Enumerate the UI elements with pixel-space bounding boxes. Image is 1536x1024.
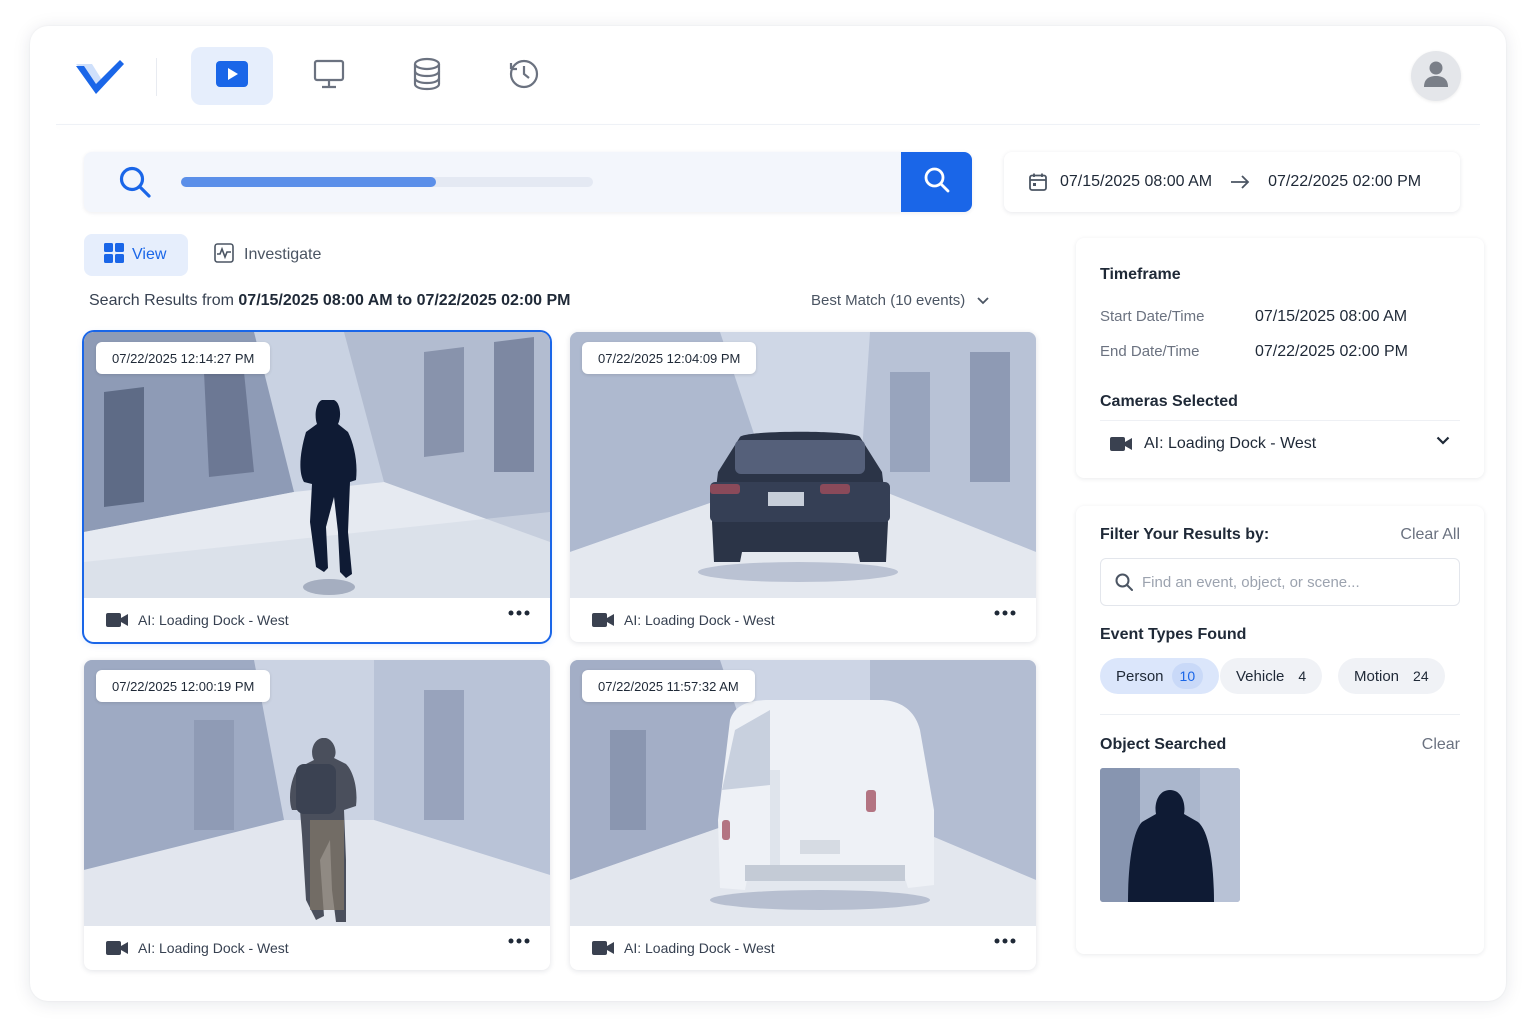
section-divider	[1100, 714, 1460, 715]
search-bar[interactable]	[84, 152, 972, 212]
end-datetime-label: End Date/Time	[1100, 343, 1200, 360]
object-searched-thumbnail[interactable]	[1100, 768, 1240, 902]
tab-investigate[interactable]: Investigate	[214, 234, 321, 276]
search-icon	[923, 166, 951, 199]
selected-camera-name: AI: Loading Dock - West	[1144, 434, 1317, 452]
filter-search-placeholder: Find an event, object, or scene...	[1142, 573, 1360, 591]
camera-name: AI: Loading Dock - West	[624, 612, 775, 628]
filters-panel: Filter Your Results by: Clear All Find a…	[1076, 506, 1484, 954]
chip-label: Vehicle	[1236, 667, 1285, 685]
nav-divider	[156, 58, 157, 96]
more-options-icon[interactable]	[508, 938, 530, 944]
nav-monitor-button[interactable]	[288, 47, 370, 105]
camera-icon	[592, 613, 614, 627]
date-range-start: 07/15/2025 08:00 AM	[1060, 173, 1213, 190]
chip-count: 24	[1413, 668, 1429, 684]
result-card[interactable]: 07/22/2025 12:14:27 PM AI: Loading Dock …	[84, 332, 550, 642]
result-card[interactable]: 07/22/2025 11:57:32 AM AI: Loading Dock …	[570, 660, 1036, 970]
clear-object-button[interactable]: Clear	[1422, 736, 1460, 754]
event-timestamp: 07/22/2025 12:14:27 PM	[96, 342, 271, 374]
event-chip-motion[interactable]: Motion 24	[1338, 658, 1445, 694]
date-range-end: 07/22/2025 02:00 PM	[1268, 173, 1422, 190]
user-avatar-button[interactable]	[1411, 51, 1461, 101]
user-icon	[1423, 60, 1449, 93]
camera-icon	[592, 941, 614, 955]
chip-label: Person	[1116, 667, 1164, 685]
clock-icon	[507, 57, 541, 96]
search-button[interactable]	[901, 152, 972, 212]
start-datetime-label: Start Date/Time	[1100, 308, 1205, 325]
object-searched-title: Object Searched	[1100, 736, 1227, 753]
top-navigation	[30, 26, 1506, 126]
topbar-divider	[56, 124, 1480, 125]
sort-label: Best Match (10 events)	[811, 292, 966, 309]
camera-name: AI: Loading Dock - West	[138, 612, 289, 628]
camera-name: AI: Loading Dock - West	[624, 940, 775, 956]
results-prefix: Search Results from	[89, 292, 239, 309]
result-card[interactable]: 07/22/2025 12:04:09 PM AI: Loading Dock …	[570, 332, 1036, 642]
nav-storage-button[interactable]	[386, 47, 468, 105]
event-timestamp: 07/22/2025 12:00:19 PM	[96, 670, 271, 702]
database-icon	[412, 57, 442, 96]
camera-icon	[1110, 436, 1132, 451]
timeframe-title: Timeframe	[1100, 266, 1181, 283]
card-footer: AI: Loading Dock - West	[84, 926, 550, 970]
tab-view-label: View	[132, 246, 167, 263]
clear-all-button[interactable]: Clear All	[1400, 526, 1460, 544]
chip-label: Motion	[1354, 667, 1400, 685]
chevron-down-icon	[977, 296, 989, 305]
event-timestamp: 07/22/2025 12:04:09 PM	[582, 342, 757, 374]
filter-search-input[interactable]: Find an event, object, or scene...	[1100, 558, 1460, 606]
event-chip-vehicle[interactable]: Vehicle 4	[1220, 658, 1323, 694]
filter-title: Filter Your Results by:	[1100, 526, 1270, 543]
camera-icon	[106, 613, 128, 627]
monitor-icon	[312, 58, 346, 95]
end-datetime-value: 07/22/2025 02:00 PM	[1255, 343, 1409, 360]
play-icon	[215, 60, 249, 93]
arrow-right-icon	[1230, 175, 1250, 189]
nav-video-button[interactable]	[191, 47, 273, 105]
cameras-selected-title: Cameras Selected	[1100, 393, 1238, 410]
chevron-down-icon	[1436, 436, 1450, 445]
search-icon	[118, 165, 152, 204]
chip-count: 4	[1298, 668, 1307, 684]
event-types-title: Event Types Found	[1100, 626, 1247, 643]
more-options-icon[interactable]	[508, 610, 530, 616]
chip-count: 10	[1171, 663, 1204, 689]
camera-icon	[106, 941, 128, 955]
camera-select-dropdown[interactable]: AI: Loading Dock - West	[1100, 420, 1460, 466]
nav-history-button[interactable]	[483, 47, 565, 105]
grid-icon	[104, 242, 124, 268]
more-options-icon[interactable]	[994, 610, 1016, 616]
more-options-icon[interactable]	[994, 938, 1016, 944]
card-footer: AI: Loading Dock - West	[570, 926, 1036, 970]
event-chip-person[interactable]: Person 10	[1100, 658, 1220, 694]
results-range: 07/15/2025 08:00 AM to 07/22/2025 02:00 …	[238, 292, 571, 309]
activity-icon	[214, 242, 234, 268]
card-footer: AI: Loading Dock - West	[570, 598, 1036, 642]
tab-view[interactable]: View	[84, 234, 188, 276]
app-window: 07/15/2025 08:00 AM 07/22/2025 02:00 PM …	[30, 26, 1506, 1001]
card-footer: AI: Loading Dock - West	[84, 598, 550, 642]
start-datetime-value: 07/15/2025 08:00 AM	[1255, 308, 1408, 325]
timeframe-panel: Timeframe Start Date/Time 07/15/2025 08:…	[1076, 238, 1484, 478]
search-results-summary: Search Results from 07/15/2025 08:00 AM …	[89, 292, 570, 310]
sort-dropdown[interactable]: Best Match (10 events)	[811, 292, 989, 309]
event-timestamp: 07/22/2025 11:57:32 AM	[582, 670, 755, 702]
logo-icon[interactable]	[74, 56, 126, 98]
calendar-icon	[1028, 172, 1048, 192]
search-icon	[1115, 573, 1133, 591]
result-card[interactable]: 07/22/2025 12:00:19 PM AI: Loading Dock …	[84, 660, 550, 970]
search-progress-bar	[181, 177, 593, 187]
tab-investigate-label: Investigate	[244, 246, 322, 263]
search-progress-fill	[181, 177, 437, 187]
date-range-picker[interactable]: 07/15/2025 08:00 AM 07/22/2025 02:00 PM	[1004, 152, 1460, 212]
camera-name: AI: Loading Dock - West	[138, 940, 289, 956]
